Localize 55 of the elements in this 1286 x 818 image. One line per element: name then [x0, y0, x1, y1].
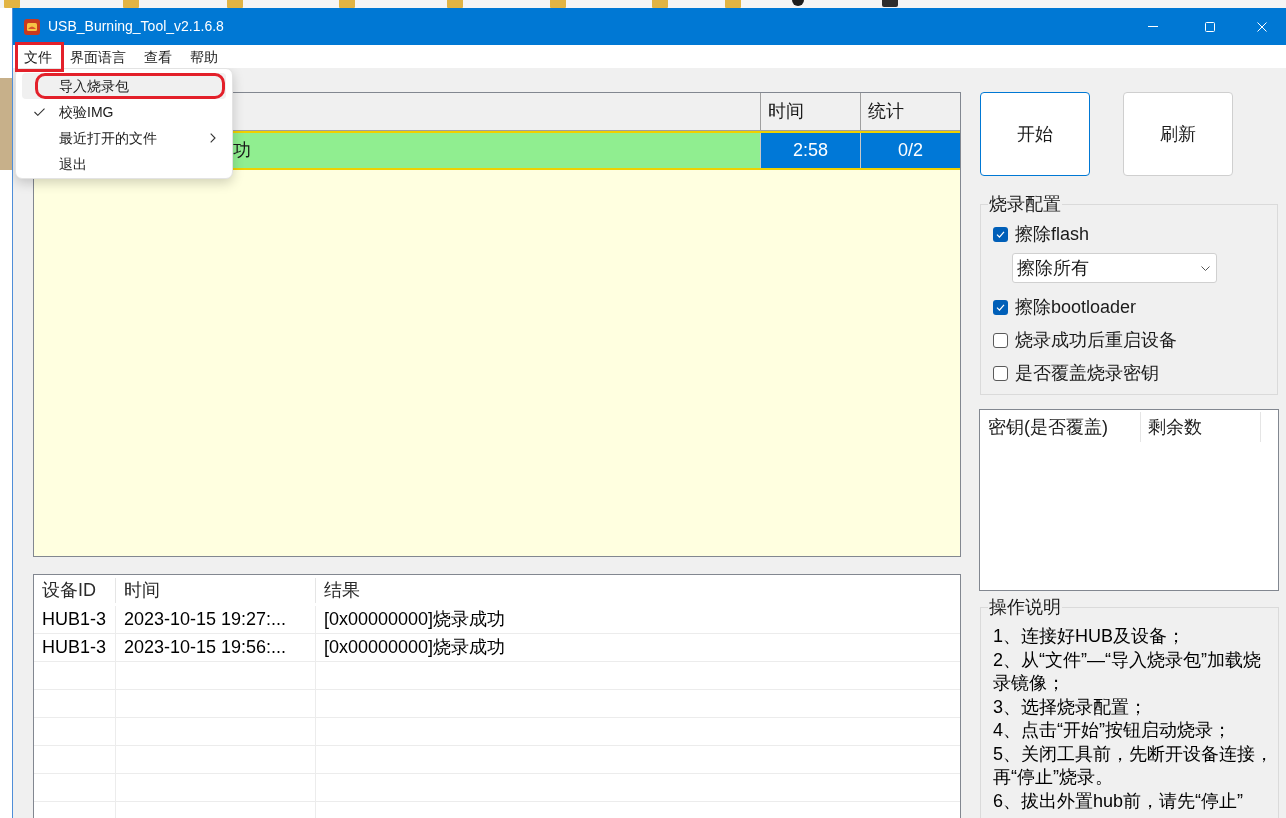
- group-title: 烧录配置: [988, 195, 1062, 213]
- checkbox-label: 烧录成功后重启设备: [1015, 329, 1177, 352]
- table-cell-text: [0x00000000]烧录成功: [323, 608, 507, 631]
- instruction-text: 6、拔出外置hub前，请先“停止”: [993, 789, 1245, 813]
- table-cell: 2023-10-15 19:56:...: [116, 634, 316, 661]
- folder-icon[interactable]: [550, 0, 566, 8]
- menu-item[interactable]: 帮助: [184, 45, 224, 69]
- column-header[interactable]: 时间: [116, 578, 316, 603]
- checkmark-icon: [996, 231, 1005, 238]
- column-header[interactable]: 密钥(是否覆盖): [980, 412, 1141, 442]
- instruction-text: 4、点击“开始”按钮启动烧录；: [993, 719, 1232, 742]
- refresh-button[interactable]: 刷新: [1123, 92, 1233, 176]
- start-button[interactable]: 开始: [980, 92, 1090, 176]
- app-icon: [24, 18, 40, 35]
- column-header[interactable]: 统计: [860, 93, 960, 130]
- checkbox[interactable]: [993, 227, 1008, 242]
- instruction-text: 5、关闭工具前，先断开设备连接，再“停止”烧录。: [993, 742, 1274, 789]
- time-cell: 2:58: [760, 133, 860, 168]
- instruction-text: 2、从“文件”—“导入烧录包”加载烧录镜像；: [993, 648, 1262, 695]
- instruction-text: 3、选择烧录配置；: [993, 695, 1148, 719]
- folder-icon[interactable]: [123, 0, 139, 8]
- window-title: USB_Burning_Tool_v2.1.6.8: [48, 17, 224, 36]
- checkbox-label: 擦除flash: [1015, 223, 1090, 246]
- folder-icon[interactable]: [447, 0, 463, 8]
- group-title: 操作说明: [988, 598, 1062, 616]
- folder-icon[interactable]: [652, 0, 668, 8]
- instruction-text: 1、连接好HUB及设备；: [993, 625, 1186, 648]
- column-header[interactable]: 设备ID: [34, 578, 116, 603]
- round-icon[interactable]: [792, 0, 804, 6]
- chevron-down-icon: [1201, 265, 1210, 271]
- folder-icon[interactable]: [725, 0, 741, 8]
- column-header[interactable]: 结果: [316, 578, 960, 603]
- checkmark-icon: [996, 304, 1005, 311]
- folder-icon[interactable]: [227, 0, 243, 8]
- maximize-icon: [1204, 21, 1215, 32]
- table-cell: HUB1-3: [34, 634, 116, 661]
- erase-mode-select[interactable]: 擦除所有: [1012, 253, 1217, 283]
- menu-item[interactable]: 界面语言: [64, 45, 132, 69]
- folder-icon[interactable]: [339, 0, 355, 8]
- checkbox-label: 擦除bootloader: [1015, 296, 1137, 319]
- checkbox-label: 是否覆盖烧录密钥: [1015, 362, 1159, 385]
- checkbox[interactable]: [993, 333, 1008, 348]
- checkbox[interactable]: [993, 366, 1008, 381]
- table-cell: HUB1-3: [34, 606, 116, 633]
- table-cell: 2023-10-15 19:27:...: [116, 606, 316, 633]
- folder-icon[interactable]: [4, 0, 20, 8]
- column-header[interactable]: 时间: [760, 93, 860, 130]
- menu-item[interactable]: 查看: [138, 45, 178, 69]
- close-icon: [1257, 21, 1267, 32]
- menu-item[interactable]: 导入烧录包: [22, 73, 226, 99]
- table-cell-text: [0x00000000]烧录成功: [323, 636, 507, 659]
- count-cell: 0/2: [860, 133, 960, 168]
- checkbox[interactable]: [993, 300, 1008, 315]
- column-header[interactable]: 剩余数: [1141, 412, 1261, 442]
- minimize-icon: [1147, 26, 1158, 27]
